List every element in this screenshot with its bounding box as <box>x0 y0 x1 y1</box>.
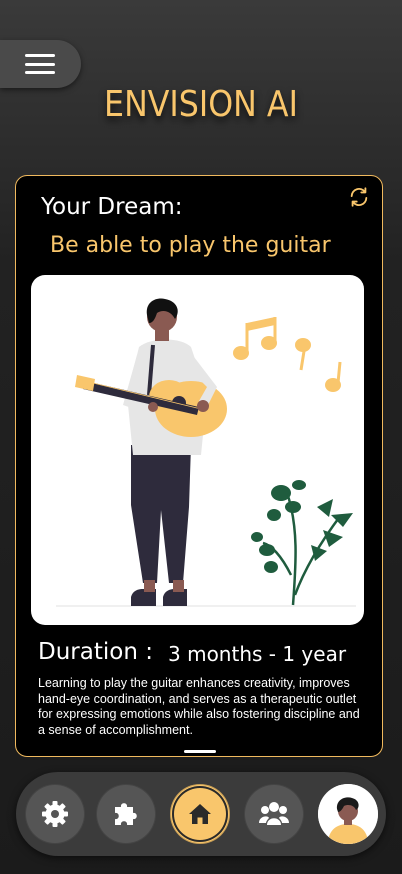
home-button[interactable] <box>170 784 230 844</box>
puzzle-icon <box>115 803 137 825</box>
duration-label: Duration : <box>38 639 153 665</box>
menu-button[interactable] <box>0 40 81 88</box>
profile-button[interactable] <box>318 784 378 844</box>
gear-icon <box>42 801 68 827</box>
scroll-handle[interactable] <box>184 750 216 753</box>
dream-description: Learning to play the guitar enhances cre… <box>38 676 360 737</box>
duration-value: 3 months - 1 year <box>168 642 347 666</box>
dream-card: Your Dream: Be able to play the guitar D… <box>15 175 383 757</box>
puzzle-button[interactable] <box>96 784 156 844</box>
settings-button[interactable] <box>25 784 85 844</box>
hamburger-menu-icon <box>24 54 55 74</box>
group-icon <box>259 802 289 825</box>
refresh-icon[interactable] <box>348 186 370 208</box>
app-title: ENVISION AI <box>104 84 298 125</box>
bottom-nav-bar <box>16 772 386 856</box>
community-button[interactable] <box>244 784 304 844</box>
person-playing-guitar-illustration <box>31 275 364 625</box>
dream-label: Your Dream: <box>41 194 183 220</box>
dream-text: Be able to play the guitar <box>50 233 331 258</box>
avatar <box>318 784 378 844</box>
home-icon <box>189 804 211 824</box>
